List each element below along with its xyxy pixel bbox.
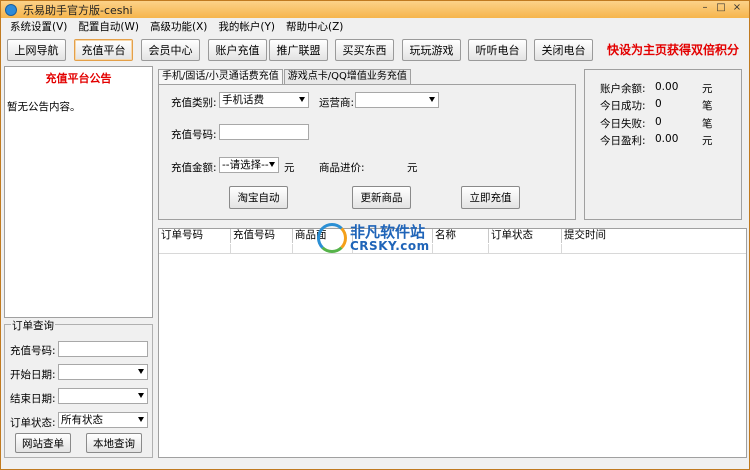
app-window: 乐易助手官方版-ceshi – □ × 系统设置(V) 配置自动(W) 高级功能… [0,0,750,470]
query-number-input[interactable] [58,341,148,357]
start-date-select[interactable] [58,364,148,380]
recharge-tabs: 手机/固话/小灵通话费充值 游戏点卡/QQ增值业务充值 [158,69,412,85]
watermark-text: 非凡软件站 [350,222,426,241]
amount-unit: 元 [284,162,295,174]
tab-game-card-recharge[interactable]: 游戏点卡/QQ增值业务充值 [283,69,411,84]
operator-label: 运营商: [319,97,355,109]
category-value: 手机话费 [222,94,264,106]
stat-today-profit: 今日盈利: 0.00 元 [600,133,713,147]
chevron-down-icon [138,393,144,398]
column-goods-name[interactable]: 名称 [433,229,489,243]
member-center-button[interactable]: 会员中心 [141,39,200,61]
recharge-now-button[interactable]: 立即充值 [461,186,520,209]
window-title: 乐易助手官方版-ceshi [23,3,133,17]
column-order-no[interactable]: 订单号码 [159,229,231,243]
account-recharge-button[interactable]: 账户充值 [208,39,267,61]
chevron-down-icon [429,97,435,102]
table-cell [562,244,746,254]
close-radio-button[interactable]: 关闭电台 [534,39,593,61]
column-phone-no[interactable]: 充值号码 [231,229,293,243]
stat-balance: 账户余额: 0.00 元 [600,81,713,95]
table-row[interactable] [159,244,746,254]
category-label: 充值类别: [171,97,217,109]
orders-table-header: 订单号码 充值号码 商品面 名称 订单状态 提交时间 [159,229,746,243]
category-select[interactable]: 手机话费 [219,92,309,108]
orders-table[interactable]: 订单号码 充值号码 商品面 名称 订单状态 提交时间 [158,228,747,458]
start-date-label: 开始日期: [10,369,56,381]
chevron-down-icon [138,369,144,374]
order-status-value: 所有状态 [61,414,103,426]
column-submit-time[interactable]: 提交时间 [562,229,746,243]
chevron-down-icon [299,97,305,102]
query-number-label: 充值号码: [10,345,56,357]
menu-my-account[interactable]: 我的帐户(Y) [218,19,275,34]
tab-phone-recharge[interactable]: 手机/固话/小灵通话费充值 [158,69,283,85]
title-bar[interactable]: 乐易助手官方版-ceshi – □ × [1,1,749,18]
phone-number-label: 充值号码: [171,129,217,141]
table-cell [433,244,489,254]
amount-value: --请选择-- [222,159,269,171]
close-button[interactable]: × [731,2,743,14]
stat-today-success: 今日成功: 0 笔 [600,98,713,112]
table-cell [231,244,293,254]
set-homepage-link[interactable]: 快设为主页获得双倍积分 [607,41,739,58]
notice-body: 暂无公告内容。 [7,101,81,113]
table-cell [159,244,231,254]
account-stats-panel: 账户余额: 0.00 元 今日成功: 0 笔 今日失败: 0 笔 今日盈利: 0… [584,69,742,220]
order-status-label: 订单状态: [10,417,56,429]
end-date-label: 结束日期: [10,393,56,405]
radio-button[interactable]: 听听电台 [468,39,527,61]
watermark-logo-icon [317,223,347,253]
app-logo-icon [5,3,17,16]
nav-button[interactable]: 上网导航 [7,39,66,61]
affiliate-button[interactable]: 推广联盟 [269,39,328,61]
watermark-domain: CRSKY.com [350,238,430,253]
order-query-legend: 订单查询 [11,318,55,333]
operator-select[interactable] [355,92,439,108]
menu-config-auto[interactable]: 配置自动(W) [78,19,139,34]
recharge-platform-button[interactable]: 充值平台 [74,39,133,61]
column-order-status[interactable]: 订单状态 [489,229,562,243]
cost-price-label: 商品进价: [319,162,365,174]
chevron-down-icon [269,162,275,167]
menu-advanced[interactable]: 高级功能(X) [150,19,207,34]
end-date-select[interactable] [58,388,148,404]
chevron-down-icon [138,417,144,422]
local-query-button[interactable]: 本地查询 [86,433,142,453]
notice-panel: 充值平台公告 暂无公告内容。 [4,66,153,318]
taobao-auto-button[interactable]: 淘宝自动 [229,186,288,209]
menu-bar: 系统设置(V) 配置自动(W) 高级功能(X) 我的帐户(Y) 帮助中心(Z) [1,18,749,34]
web-query-button[interactable]: 网站查单 [15,433,71,453]
games-button[interactable]: 玩玩游戏 [402,39,461,61]
shopping-button[interactable]: 买买东西 [335,39,394,61]
menu-system-settings[interactable]: 系统设置(V) [10,19,67,34]
amount-label: 充值金额: [171,162,217,174]
cost-price-unit: 元 [407,162,418,174]
stat-today-failed: 今日失败: 0 笔 [600,116,713,130]
notice-title: 充值平台公告 [45,72,112,85]
menu-help-center[interactable]: 帮助中心(Z) [286,19,343,34]
maximize-button[interactable]: □ [715,2,727,14]
phone-number-input[interactable] [219,124,309,140]
update-goods-button[interactable]: 更新商品 [352,186,411,209]
site-watermark: 非凡软件站 CRSKY.com [317,219,437,257]
minimize-button[interactable]: – [699,2,711,14]
table-cell [489,244,562,254]
amount-select[interactable]: --请选择-- [219,157,279,173]
order-status-select[interactable]: 所有状态 [58,412,148,428]
